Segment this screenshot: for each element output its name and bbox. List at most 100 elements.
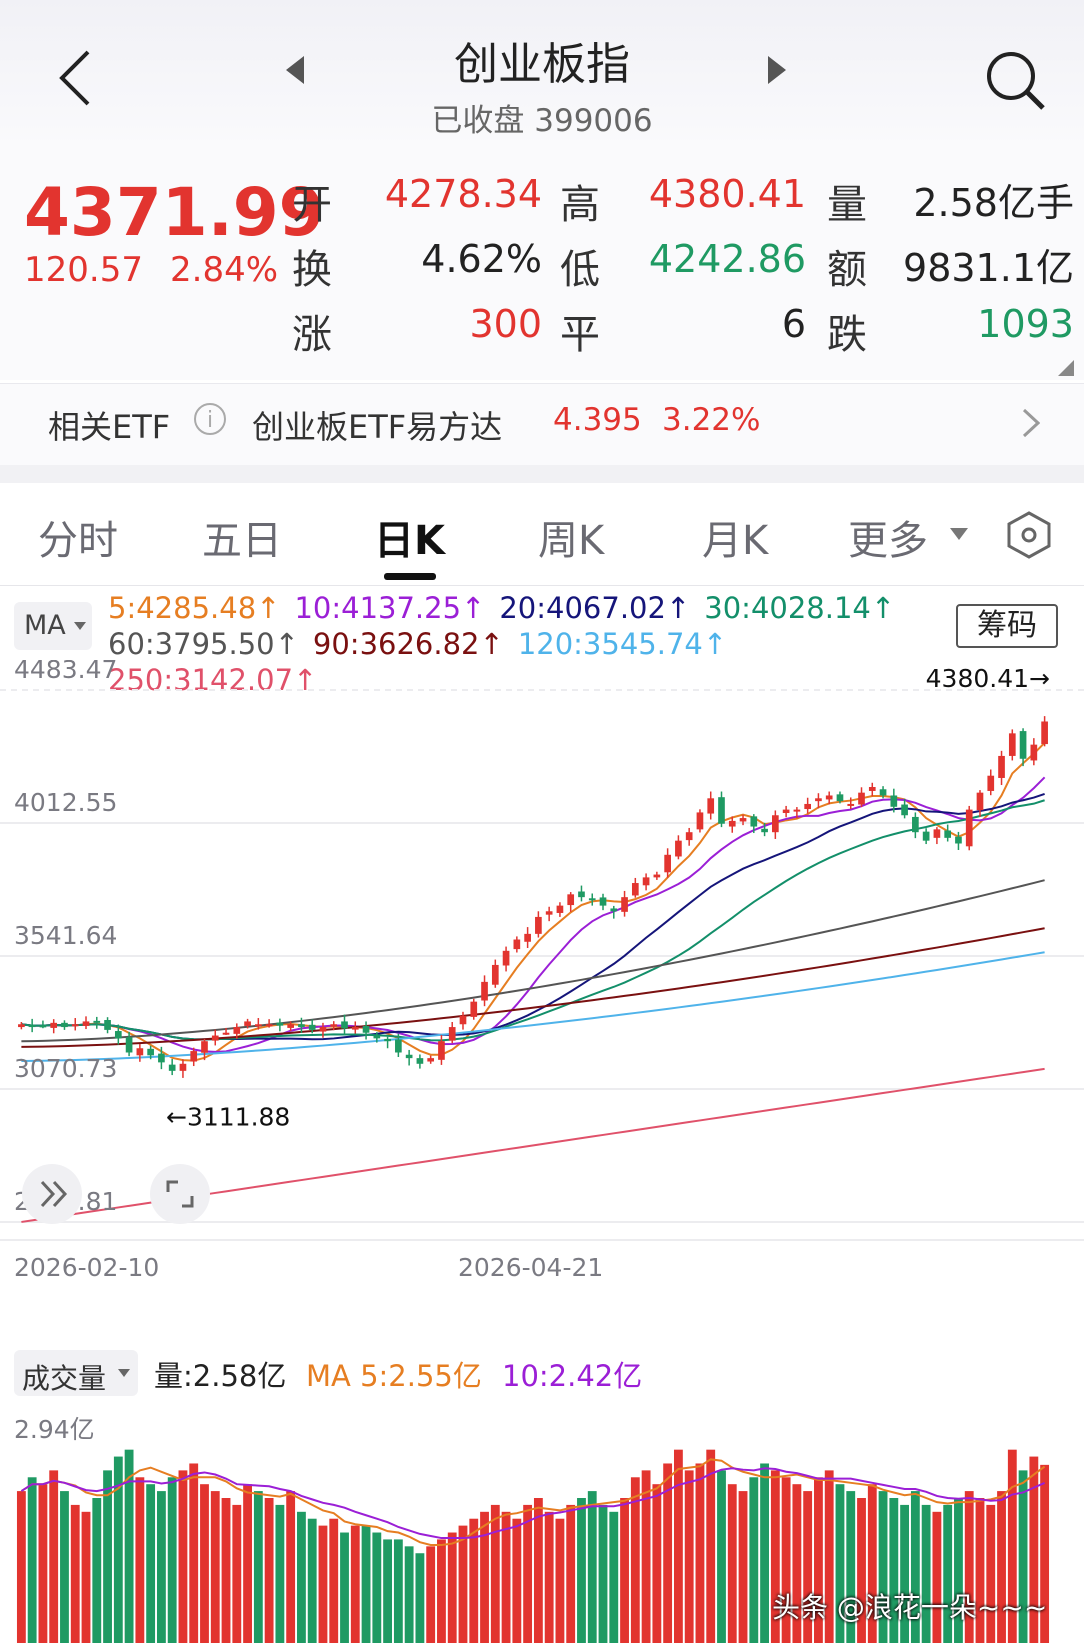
candle-body — [965, 809, 973, 847]
candle-body — [18, 1024, 25, 1028]
candle-body — [459, 1015, 467, 1025]
chevron-right-icon — [1022, 408, 1040, 438]
tab-weekly-k[interactable]: 周K — [538, 508, 604, 566]
stat-label: 跌 — [827, 312, 867, 358]
candle-body — [976, 792, 984, 811]
volume-bar — [361, 1525, 371, 1643]
volume-bar — [695, 1463, 705, 1643]
search-icon[interactable] — [985, 50, 1047, 112]
candle-body — [308, 1024, 316, 1030]
candle-body — [1030, 744, 1038, 761]
volume-bar — [738, 1491, 748, 1643]
high-marker: 4380.41→ — [926, 664, 1050, 693]
tab-more[interactable]: 更多 — [848, 508, 928, 566]
candle-body — [168, 1064, 176, 1071]
volume-bar — [458, 1525, 468, 1643]
etf-label: 相关ETF — [48, 408, 171, 446]
volume-bar — [210, 1491, 220, 1643]
volume-max-label: 2.94亿 — [14, 1415, 95, 1444]
candle-body — [50, 1022, 58, 1028]
chips-button[interactable]: 筹码 — [956, 604, 1058, 648]
expand-panel-button[interactable] — [22, 1164, 82, 1224]
related-etf-bar[interactable]: 相关ETF i 创业板ETF易方达 4.395 3.22% — [0, 383, 1084, 465]
candle-body — [287, 1024, 294, 1028]
volume-dropdown-icon — [118, 1369, 130, 1377]
volume-bar — [437, 1539, 446, 1643]
expand-corner-icon[interactable] — [1058, 360, 1074, 376]
volume-bar — [189, 1463, 199, 1643]
volume-bar — [286, 1491, 296, 1643]
volume-bar — [350, 1525, 360, 1643]
stat-value: 4278.34 — [384, 172, 542, 216]
candle-body — [373, 1035, 381, 1039]
section-divider — [0, 465, 1084, 483]
candle-body — [427, 1058, 435, 1062]
ma-legend-item: 5:4285.48↑ — [108, 591, 281, 625]
stat-value: 4380.41 — [648, 172, 806, 216]
candle-body — [815, 798, 822, 802]
info-icon[interactable]: i — [193, 402, 227, 436]
volume-bar — [200, 1484, 209, 1643]
stat-label: 量 — [827, 182, 867, 228]
volume-bar — [307, 1518, 317, 1643]
candle-body — [298, 1024, 305, 1028]
candle-body — [93, 1020, 101, 1023]
volume-selector[interactable]: 成交量 — [14, 1350, 138, 1396]
volume-bar — [490, 1504, 500, 1643]
stat-value: 1093 — [977, 302, 1074, 346]
volume-bar — [297, 1511, 306, 1643]
candle-body — [82, 1021, 90, 1026]
last-price: 4371.99 — [24, 174, 325, 251]
volume-bar — [393, 1539, 403, 1643]
tab-five-day[interactable]: 五日 — [202, 508, 282, 566]
candle-body — [470, 1001, 478, 1017]
volume-bar — [587, 1491, 597, 1643]
candle-body — [147, 1048, 154, 1056]
candle-body — [868, 787, 876, 791]
volume-bar — [684, 1470, 694, 1643]
volume-bar — [81, 1511, 91, 1643]
volume-ma5: MA 5:2.55亿 — [306, 1359, 482, 1393]
volume-bar — [566, 1504, 576, 1643]
candle-body — [395, 1039, 402, 1053]
candle-body — [793, 809, 801, 812]
candle-body — [1008, 733, 1016, 756]
settings-hexagon-icon[interactable] — [1004, 510, 1054, 560]
ma-selector[interactable]: MA — [14, 602, 92, 650]
page-title: 创业板指 — [454, 39, 630, 90]
candle-body — [879, 789, 887, 796]
tab-intraday[interactable]: 分时 — [38, 508, 118, 566]
double-chevron-icon — [40, 1180, 68, 1208]
active-tab-indicator — [384, 573, 436, 580]
candle-body — [675, 840, 682, 857]
volume-bar — [598, 1504, 608, 1643]
volume-bar — [620, 1498, 629, 1643]
volume-bar — [383, 1539, 393, 1643]
candle-body — [491, 964, 499, 985]
price-change: 120.57 — [24, 250, 143, 290]
candle-body — [567, 894, 575, 906]
ma-legend-item: 20:4067.02↑ — [499, 591, 691, 625]
price-change-pct: 2.84% — [170, 250, 279, 290]
volume-bar — [264, 1498, 274, 1643]
volume-bar — [60, 1491, 69, 1643]
candle-body — [642, 877, 650, 886]
candle-body — [405, 1054, 413, 1059]
volume-bar — [135, 1477, 145, 1643]
ma-legend-item: 90:3626.82↑ — [312, 627, 504, 661]
stat-label: 涨 — [292, 312, 332, 358]
candle-body — [276, 1022, 284, 1026]
tab-monthly-k[interactable]: 月K — [702, 508, 768, 566]
volume-bar — [275, 1504, 285, 1643]
stat-value: 2.58亿手 — [913, 181, 1074, 225]
candle-body — [71, 1024, 79, 1027]
candle-body — [341, 1021, 348, 1029]
volume-bar — [167, 1477, 177, 1643]
etf-name: 创业板ETF易方达 — [252, 408, 503, 446]
next-arrow-icon[interactable] — [766, 56, 786, 84]
fullscreen-button[interactable] — [150, 1164, 210, 1224]
ma10-line — [21, 776, 1046, 1053]
volume-bar — [706, 1449, 716, 1643]
tab-daily-k[interactable]: 日K — [374, 508, 445, 566]
candle-body — [944, 830, 952, 838]
